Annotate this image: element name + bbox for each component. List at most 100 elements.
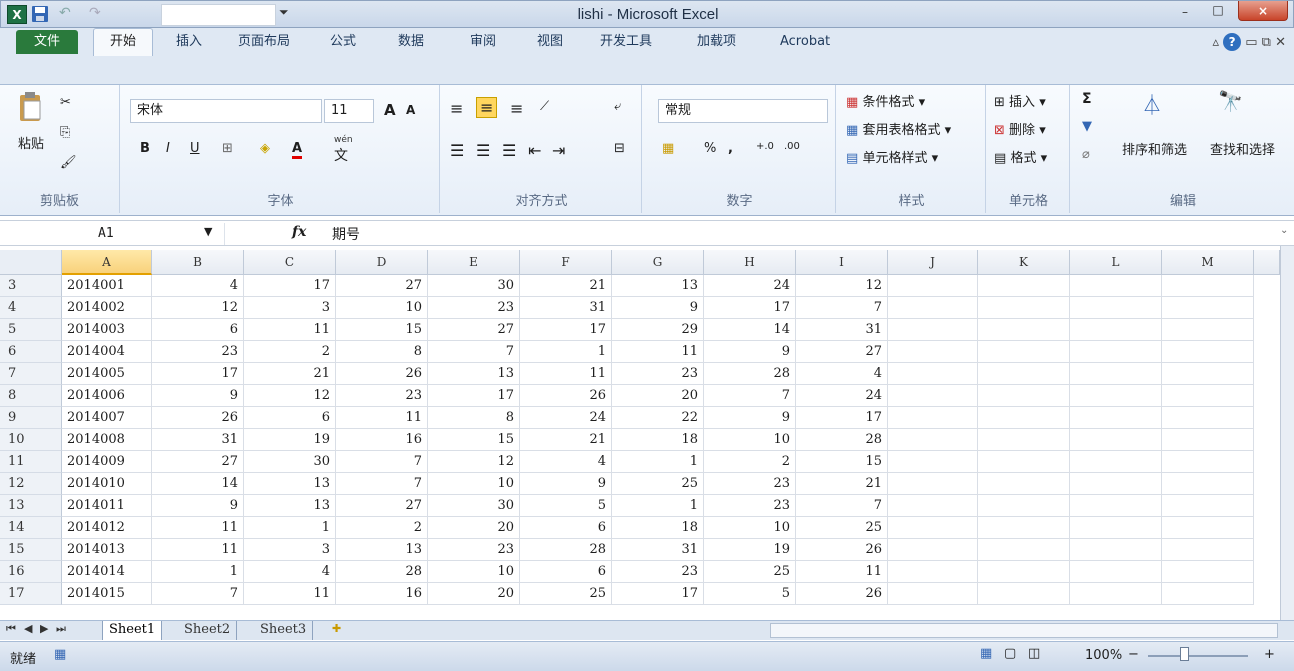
tab-view[interactable]: 视图: [537, 31, 563, 53]
column-header[interactable]: H: [704, 250, 796, 275]
tab-acrobat[interactable]: Acrobat: [780, 31, 830, 53]
tab-formulas[interactable]: 公式: [330, 31, 356, 53]
cell-J7[interactable]: [888, 363, 978, 385]
cell-M14[interactable]: [1162, 517, 1254, 539]
cell-K3[interactable]: [978, 275, 1070, 297]
phonetic-guide-label[interactable]: wén: [334, 135, 353, 145]
clear-icon[interactable]: ⌀: [1082, 147, 1090, 162]
cell-A12[interactable]: 2014010: [62, 473, 152, 495]
orientation-icon[interactable]: ⟋: [540, 99, 549, 114]
select-all-corner[interactable]: [0, 250, 62, 275]
column-header[interactable]: L: [1070, 250, 1162, 275]
cell-M13[interactable]: [1162, 495, 1254, 517]
cell-L10[interactable]: [1070, 429, 1162, 451]
cell-J10[interactable]: [888, 429, 978, 451]
cell-B7[interactable]: 17: [152, 363, 244, 385]
cell-D14[interactable]: 2: [336, 517, 428, 539]
cell-F6[interactable]: 1: [520, 341, 612, 363]
cell-K5[interactable]: [978, 319, 1070, 341]
cell-C13[interactable]: 13: [244, 495, 336, 517]
cell-K8[interactable]: [978, 385, 1070, 407]
cell-I13[interactable]: 7: [796, 495, 888, 517]
fill-icon[interactable]: ▼: [1082, 119, 1092, 134]
cell-M11[interactable]: [1162, 451, 1254, 473]
cell-C11[interactable]: 30: [244, 451, 336, 473]
cell-B5[interactable]: 6: [152, 319, 244, 341]
cell-M9[interactable]: [1162, 407, 1254, 429]
align-top-icon[interactable]: ≡: [450, 99, 463, 118]
sheet-tab-2[interactable]: Sheet2: [178, 621, 238, 640]
row-header[interactable]: 11: [0, 451, 62, 473]
first-sheet-icon[interactable]: ⏮: [6, 622, 16, 636]
cell-B4[interactable]: 12: [152, 297, 244, 319]
cell-C16[interactable]: 4: [244, 561, 336, 583]
cell-A3[interactable]: 2014001: [62, 275, 152, 297]
font-size-select[interactable]: 11: [324, 99, 374, 123]
insert-sheet-icon[interactable]: ✚: [332, 622, 341, 635]
row-header[interactable]: 10: [0, 429, 62, 451]
cell-I15[interactable]: 26: [796, 539, 888, 561]
cell-I10[interactable]: 28: [796, 429, 888, 451]
cell-E16[interactable]: 10: [428, 561, 520, 583]
cell-C8[interactable]: 12: [244, 385, 336, 407]
cell-B6[interactable]: 23: [152, 341, 244, 363]
cell-I7[interactable]: 4: [796, 363, 888, 385]
cell-E9[interactable]: 8: [428, 407, 520, 429]
cell-G8[interactable]: 20: [612, 385, 704, 407]
cell-G15[interactable]: 31: [612, 539, 704, 561]
cell-E17[interactable]: 20: [428, 583, 520, 605]
cell-K7[interactable]: [978, 363, 1070, 385]
maximize-button[interactable]: □: [1204, 3, 1232, 23]
cell-L6[interactable]: [1070, 341, 1162, 363]
cell-L3[interactable]: [1070, 275, 1162, 297]
cell-J13[interactable]: [888, 495, 978, 517]
grow-font-button[interactable]: A: [384, 101, 396, 119]
sort-filter-button[interactable]: 排序和筛选: [1122, 139, 1187, 158]
cell-A10[interactable]: 2014008: [62, 429, 152, 451]
cell-J17[interactable]: [888, 583, 978, 605]
cell-B16[interactable]: 1: [152, 561, 244, 583]
cell-K16[interactable]: [978, 561, 1070, 583]
cell-E3[interactable]: 30: [428, 275, 520, 297]
font-color-button[interactable]: A: [292, 141, 303, 159]
row-header[interactable]: 8: [0, 385, 62, 407]
cell-A9[interactable]: 2014007: [62, 407, 152, 429]
tab-page-layout[interactable]: 页面布局: [238, 31, 290, 53]
cell-C5[interactable]: 11: [244, 319, 336, 341]
cell-L11[interactable]: [1070, 451, 1162, 473]
next-sheet-icon[interactable]: ▶: [40, 622, 48, 635]
italic-button[interactable]: I: [166, 141, 170, 156]
tab-data[interactable]: 数据: [398, 31, 424, 53]
cell-F5[interactable]: 17: [520, 319, 612, 341]
cell-I14[interactable]: 25: [796, 517, 888, 539]
cell-E4[interactable]: 23: [428, 297, 520, 319]
cell-J8[interactable]: [888, 385, 978, 407]
cell-J3[interactable]: [888, 275, 978, 297]
cell-A16[interactable]: 2014014: [62, 561, 152, 583]
zoom-level[interactable]: 100%: [1085, 648, 1122, 663]
cell-A15[interactable]: 2014013: [62, 539, 152, 561]
find-icon[interactable]: 🔭: [1218, 89, 1243, 113]
cell-G6[interactable]: 11: [612, 341, 704, 363]
tab-addins[interactable]: 加载项: [697, 31, 736, 53]
comma-button[interactable]: ,: [728, 141, 733, 156]
cell-B15[interactable]: 11: [152, 539, 244, 561]
column-header[interactable]: G: [612, 250, 704, 275]
cell-D15[interactable]: 13: [336, 539, 428, 561]
align-center-icon[interactable]: ☰: [476, 141, 490, 160]
cell-F16[interactable]: 6: [520, 561, 612, 583]
cell-H14[interactable]: 10: [704, 517, 796, 539]
row-header[interactable]: 17: [0, 583, 62, 605]
tab-file[interactable]: 文件: [16, 30, 78, 54]
cell-F3[interactable]: 21: [520, 275, 612, 297]
bold-button[interactable]: B: [140, 141, 150, 156]
cell-B8[interactable]: 9: [152, 385, 244, 407]
cell-J6[interactable]: [888, 341, 978, 363]
delete-cells-button[interactable]: ⊠ 删除 ▾: [994, 119, 1046, 138]
sheet-tab-3[interactable]: Sheet3: [254, 621, 314, 640]
tab-developer[interactable]: 开发工具: [600, 31, 652, 53]
cell-F15[interactable]: 28: [520, 539, 612, 561]
cell-L16[interactable]: [1070, 561, 1162, 583]
close-button[interactable]: ×: [1238, 1, 1288, 21]
cell-L7[interactable]: [1070, 363, 1162, 385]
